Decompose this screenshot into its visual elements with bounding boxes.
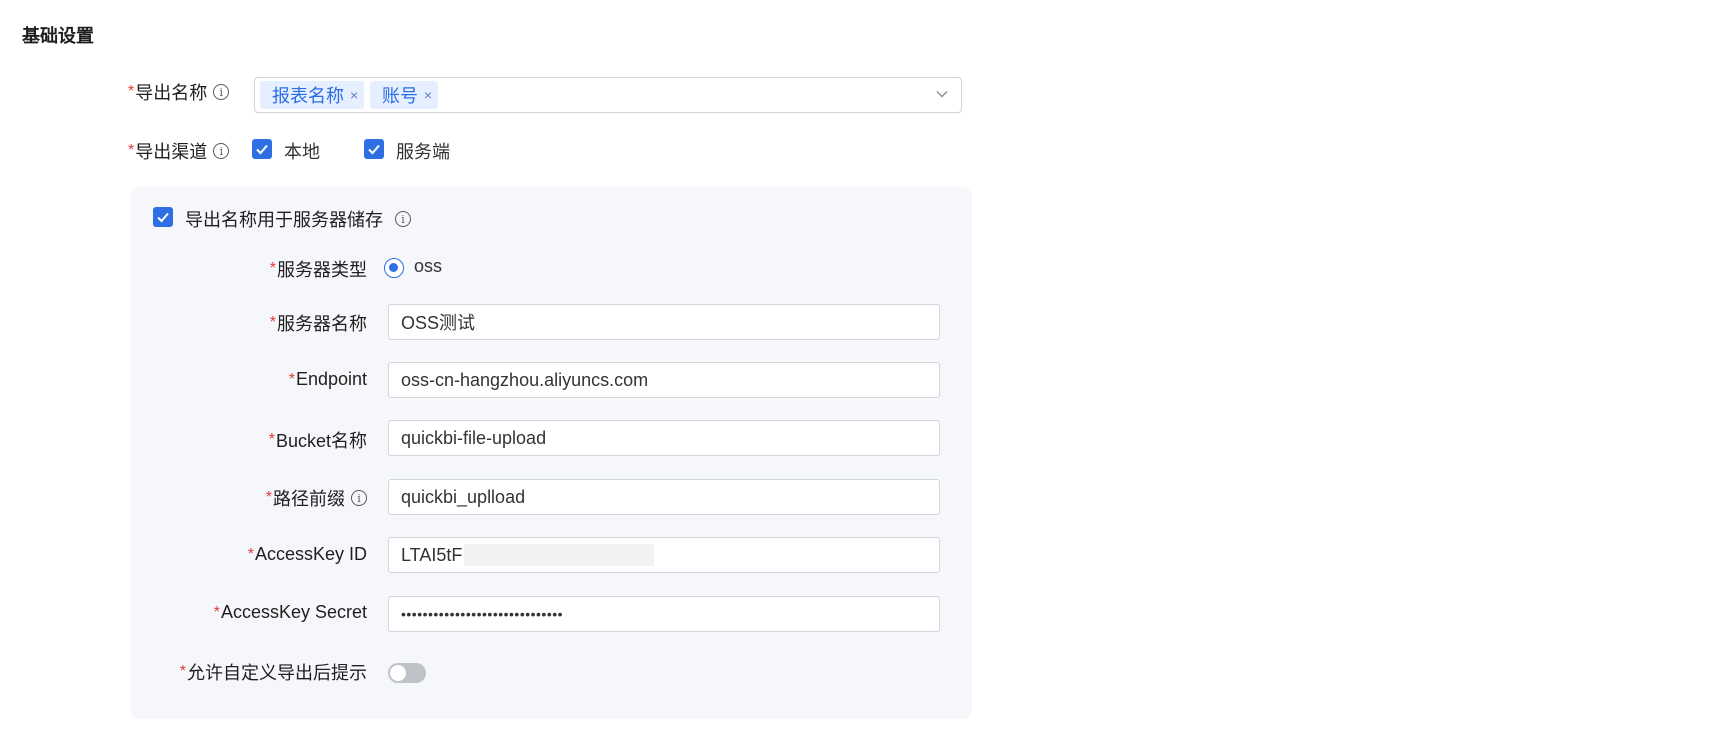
export-channel-label-text: 导出渠道 [135,142,208,162]
server-type-label: * 服务器类型 [270,256,367,282]
custom-prompt-label-text: 允许自定义导出后提示 [187,663,367,683]
bucket-label-text: Bucket名称 [275,431,367,451]
info-icon[interactable]: i [213,84,230,100]
password-dots: •••••••••••••••••••••••••••••• [401,606,564,622]
required-mark: * [269,314,276,331]
tag-label: 账号 [382,86,418,106]
required-mark: * [268,431,275,448]
path-prefix-label: * 路径前缀 i [266,485,367,511]
export-name-label: * 导出名称 i [128,79,230,105]
path-prefix-input[interactable]: quickbi_uplload [388,479,940,515]
access-key-id-input[interactable]: LTAI5tF [388,537,940,573]
export-name-label-text: 导出名称 [135,83,208,103]
use-name-storage-label: 导出名称用于服务器储存 i [185,206,411,232]
check-icon [368,144,380,155]
server-name-input[interactable]: OSS测试 [388,304,940,340]
required-mark: * [288,370,295,388]
server-checkbox-label[interactable]: 服务端 [396,138,450,164]
custom-prompt-label: * 允许自定义导出后提示 [180,659,367,685]
server-checkbox[interactable] [364,139,384,159]
oss-radio[interactable] [384,258,404,278]
tag-report-name: 报表名称 × [260,81,365,109]
info-icon[interactable]: i [395,211,411,227]
access-key-secret-input[interactable]: •••••••••••••••••••••••••••••• [388,596,940,632]
tag-remove-icon[interactable]: × [424,87,432,103]
chevron-down-icon[interactable] [935,87,949,101]
required-mark: * [128,142,135,159]
required-mark: * [179,663,186,680]
local-checkbox-label[interactable]: 本地 [284,138,320,164]
custom-prompt-toggle[interactable] [388,663,426,683]
server-name-label: * 服务器名称 [270,310,367,336]
section-title: 基础设置 [22,26,94,46]
check-icon [157,212,169,223]
info-icon[interactable]: i [213,143,230,159]
redacted-mask [464,544,655,566]
bucket-label: * Bucket名称 [269,427,367,453]
access-key-id-label: * AccessKey ID [248,544,367,565]
endpoint-input[interactable]: oss-cn-hangzhou.aliyuncs.com [388,362,940,398]
required-mark: * [265,489,272,506]
access-key-id-label-text: AccessKey ID [254,544,367,564]
required-mark: * [247,545,254,563]
check-icon [256,144,268,155]
use-name-storage-text[interactable]: 导出名称用于服务器储存 [185,206,383,232]
access-key-secret-label-text: AccessKey Secret [220,602,367,622]
export-channel-label: * 导出渠道 i [128,138,230,164]
endpoint-label: * Endpoint [289,369,367,390]
required-mark: * [269,260,276,277]
tag-account: 账号 × [370,81,439,109]
use-name-storage-checkbox[interactable] [153,207,173,227]
local-checkbox[interactable] [252,139,272,159]
server-type-label-text: 服务器类型 [277,260,367,280]
required-mark: * [128,83,135,100]
bucket-input[interactable]: quickbi-file-upload [388,420,940,456]
export-name-select[interactable]: 报表名称 × 账号 × [254,77,962,113]
access-key-id-value: LTAI5tF [401,544,463,565]
required-mark: * [213,603,220,621]
info-icon[interactable]: i [351,490,367,506]
endpoint-label-text: Endpoint [295,369,367,389]
tag-remove-icon[interactable]: × [350,87,358,103]
oss-radio-label[interactable]: oss [414,256,442,277]
path-prefix-label-text: 路径前缀 [273,489,345,509]
access-key-secret-label: * AccessKey Secret [214,602,367,623]
server-name-label-text: 服务器名称 [277,314,367,334]
tag-label: 报表名称 [272,86,344,106]
